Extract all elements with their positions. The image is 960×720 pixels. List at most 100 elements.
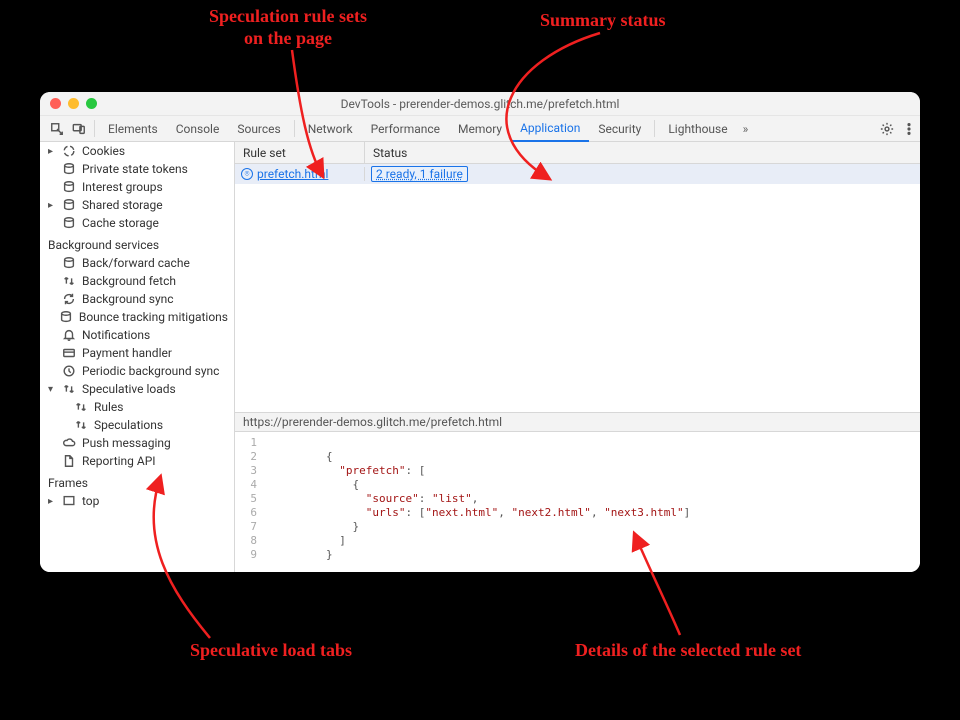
status-chip[interactable]: 2 ready, 1 failure [371,166,468,182]
chevron-right-icon: ▸ [48,200,56,211]
updown-icon [62,382,76,396]
tab-performance[interactable]: Performance [362,116,449,141]
ruleset-cell[interactable]: ⌾ prefetch.html [235,167,365,181]
anno-bottom-right: Details of the selected rule set [575,640,801,662]
sidebar-item-top-frame[interactable]: ▸ top [40,492,234,510]
sidebar-item-label: Rules [94,400,123,414]
database-icon [62,162,76,176]
titlebar: DevTools - prerender-demos.glitch.me/pre… [40,92,920,116]
chevron-right-icon: ▸ [48,496,56,507]
anno-top-right: Summary status [540,10,666,32]
sidebar-item-bg-fetch[interactable]: Background fetch [40,272,234,290]
chevron-right-icon: ▸ [48,146,56,157]
device-toggle-icon[interactable] [68,116,90,141]
card-icon [62,346,76,360]
kebab-icon[interactable] [898,116,920,141]
database-icon [59,310,73,324]
sidebar-item-bg-sync[interactable]: Background sync [40,290,234,308]
anno-bottom-left: Speculative load tabs [190,640,352,662]
sidebar-item-private-state[interactable]: Private state tokens [40,160,234,178]
updown-icon [74,400,88,414]
sidebar-item-label: top [82,494,99,508]
tab-lighthouse[interactable]: Lighthouse [659,116,736,141]
tab-elements[interactable]: Elements [99,116,167,141]
sidebar-item-label: Periodic background sync [82,364,219,378]
sidebar: ▸ Cookies Private state tokens Interest … [40,142,235,572]
cookie-icon [62,144,76,158]
sidebar-item-bounce[interactable]: Bounce tracking mitigations [40,308,234,326]
sidebar-item-label: Private state tokens [82,162,188,176]
devtools-window: DevTools - prerender-demos.glitch.me/pre… [40,92,920,572]
sidebar-header-background: Background services [40,232,234,254]
separator [654,120,655,137]
sidebar-item-push[interactable]: Push messaging [40,434,234,452]
cloud-icon [62,436,76,450]
sidebar-item-label: Notifications [82,328,150,342]
sidebar-item-reporting[interactable]: Reporting API [40,452,234,470]
sync-icon [62,292,76,306]
sidebar-item-label: Push messaging [82,436,171,450]
sidebar-item-label: Reporting API [82,454,156,468]
file-icon [62,454,76,468]
target-icon: ⌾ [241,168,253,180]
rules-table-header: Rule set Status [235,142,920,164]
database-icon [62,256,76,270]
rules-table-body: ⌾ prefetch.html 2 ready, 1 failure [235,164,920,184]
tab-security[interactable]: Security [589,116,650,141]
updown-icon [74,418,88,432]
tab-network[interactable]: Network [299,116,362,141]
sidebar-item-interest-groups[interactable]: Interest groups [40,178,234,196]
table-empty-area [235,184,920,412]
main-pane: Rule set Status ⌾ prefetch.html 2 ready,… [235,142,920,572]
sidebar-item-shared-storage[interactable]: ▸ Shared storage [40,196,234,214]
sidebar-item-speculations[interactable]: Speculations [40,416,234,434]
sidebar-header-frames: Frames [40,470,234,492]
sidebar-item-label: Back/forward cache [82,256,190,270]
database-icon [62,198,76,212]
tab-application[interactable]: Application [511,116,589,142]
bell-icon [62,328,76,342]
updown-icon [62,274,76,288]
sidebar-item-label: Speculative loads [82,382,176,396]
anno-top-left: Speculation rule setson the page [158,6,418,49]
database-icon [62,180,76,194]
frame-icon [62,494,76,508]
sidebar-item-notifications[interactable]: Notifications [40,326,234,344]
sidebar-item-cookies[interactable]: ▸ Cookies [40,142,234,160]
gear-icon[interactable] [876,116,898,141]
tabs-overflow[interactable]: » [737,116,755,141]
sidebar-item-label: Cookies [82,144,125,158]
sidebar-item-cache-storage[interactable]: Cache storage [40,214,234,232]
code-gutter: 1 2 3 4 5 6 7 8 9 [235,432,263,572]
table-row[interactable]: ⌾ prefetch.html 2 ready, 1 failure [235,164,920,184]
status-cell: 2 ready, 1 failure [365,166,920,182]
separator [294,120,295,137]
sidebar-item-rules[interactable]: Rules [40,398,234,416]
sidebar-item-label: Interest groups [82,180,163,194]
tab-sources[interactable]: Sources [228,116,289,141]
window-title: DevTools - prerender-demos.glitch.me/pre… [40,97,920,111]
ruleset-link[interactable]: prefetch.html [257,167,328,181]
sidebar-item-speculative[interactable]: ▾ Speculative loads [40,380,234,398]
sidebar-item-periodic-sync[interactable]: Periodic background sync [40,362,234,380]
sidebar-item-bfcache[interactable]: Back/forward cache [40,254,234,272]
tabbar: Elements Console Sources Network Perform… [40,116,920,142]
sidebar-item-label: Payment handler [82,346,172,360]
sidebar-item-label: Shared storage [82,198,163,212]
col-header-ruleset[interactable]: Rule set [235,142,365,163]
clock-icon [62,364,76,378]
chevron-down-icon: ▾ [48,384,56,395]
database-icon [62,216,76,230]
sidebar-item-label: Cache storage [82,216,159,230]
tab-console[interactable]: Console [167,116,229,141]
sidebar-item-label: Background sync [82,292,174,306]
code-source[interactable]: { "prefetch": [ { "source": "list", "url… [263,432,920,572]
inspect-icon[interactable] [46,116,68,141]
sidebar-item-payment[interactable]: Payment handler [40,344,234,362]
col-header-status[interactable]: Status [365,142,920,163]
sidebar-item-label: Bounce tracking mitigations [79,310,228,324]
tab-memory[interactable]: Memory [449,116,511,141]
sidebar-item-label: Speculations [94,418,163,432]
code-area: 1 2 3 4 5 6 7 8 9 { "prefetch": [ { "sou… [235,432,920,572]
url-bar: https://prerender-demos.glitch.me/prefet… [235,412,920,432]
